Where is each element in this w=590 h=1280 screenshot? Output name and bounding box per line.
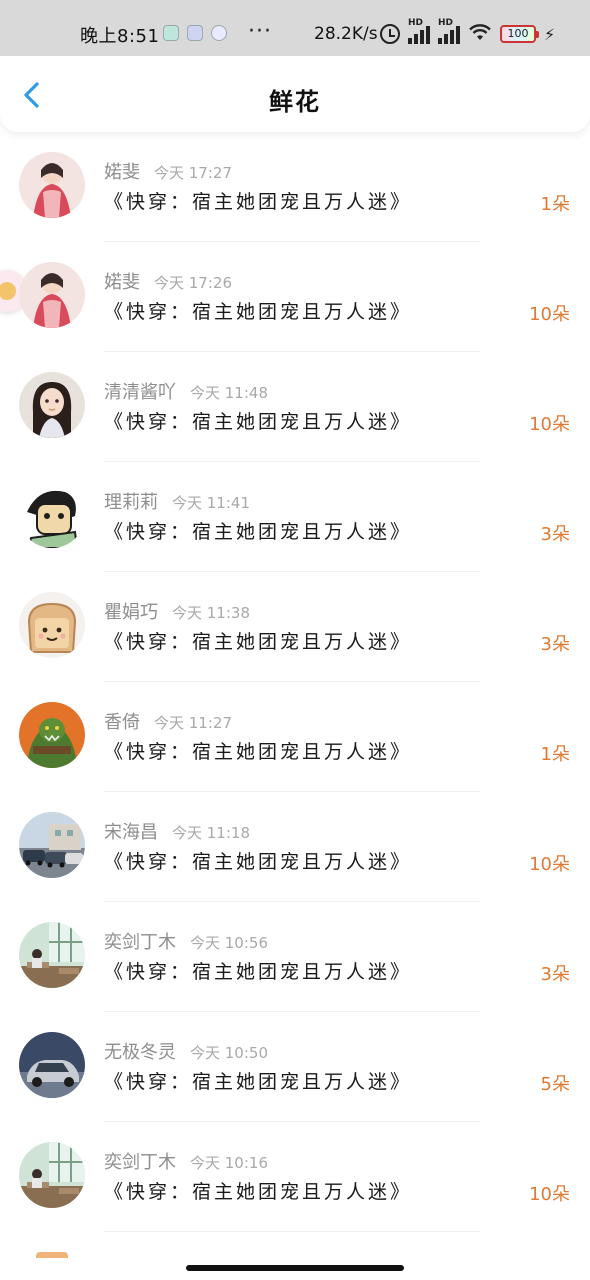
sender-name: 婼斐 <box>104 272 140 293</box>
status-bar: 晚上8:51 ··· 28.2K/s HD HD 100 ⚡ <box>0 0 590 56</box>
book-title: 《快穿：宿主她团宠且万人迷》 <box>104 1181 413 1203</box>
sender-name: 理莉莉 <box>104 492 158 513</box>
avatar[interactable] <box>19 372 85 438</box>
book-title: 《快穿：宿主她团宠且万人迷》 <box>104 301 413 323</box>
avatar[interactable] <box>19 1142 85 1208</box>
book-title: 《快穿：宿主她团宠且万人迷》 <box>104 521 413 543</box>
list-item[interactable]: 婼斐 今天 17:27 《快穿：宿主她团宠且万人迷》 1朵 <box>0 132 590 242</box>
sender-name: 宋海昌 <box>104 822 158 843</box>
app-icon-2 <box>187 25 203 41</box>
app-icon-1 <box>163 25 179 41</box>
book-title: 《快穿：宿主她团宠且万人迷》 <box>104 631 413 653</box>
sender-name: 瞿娟巧 <box>104 602 158 623</box>
timestamp: 今天 11:41 <box>172 494 250 512</box>
timestamp: 今天 10:50 <box>190 1044 268 1062</box>
status-time: 晚上8:51 <box>80 26 160 47</box>
page-title: 鲜花 <box>269 88 321 116</box>
avatar[interactable] <box>19 922 85 988</box>
divider <box>104 1231 480 1232</box>
timestamp: 今天 11:18 <box>172 824 250 842</box>
avatar[interactable] <box>19 482 85 548</box>
app-icon-3 <box>211 25 227 41</box>
book-title: 《快穿：宿主她团宠且万人迷》 <box>104 1071 413 1093</box>
book-title: 《快穿：宿主她团宠且万人迷》 <box>104 191 413 213</box>
sender-name: 香倚 <box>104 712 140 733</box>
battery-icon: 100 <box>500 25 539 43</box>
home-indicator[interactable] <box>186 1265 404 1271</box>
list-item[interactable]: 宋海昌 今天 11:18 《快穿：宿主她团宠且万人迷》 10朵 <box>0 792 590 902</box>
flower-count: 10朵 <box>529 304 570 325</box>
charging-icon: ⚡ <box>544 24 556 44</box>
timestamp: 今天 11:27 <box>154 714 232 732</box>
book-title: 《快穿：宿主她团宠且万人迷》 <box>104 851 413 873</box>
hd-signal-icon: HD <box>438 18 460 44</box>
alarm-icon <box>380 24 400 44</box>
flower-count: 10朵 <box>529 1184 570 1205</box>
flower-count: 10朵 <box>529 414 570 435</box>
sender-name: 奕剑丁木 <box>104 932 176 953</box>
list-item[interactable]: 无极冬灵 今天 10:50 《快穿：宿主她团宠且万人迷》 5朵 <box>0 1012 590 1122</box>
avatar[interactable] <box>19 812 85 878</box>
flower-count: 3朵 <box>540 524 570 545</box>
flower-count: 5朵 <box>540 1074 570 1095</box>
flower-gift-list: 婼斐 今天 17:27 《快穿：宿主她团宠且万人迷》 1朵 婼斐 今天 17:2… <box>0 132 590 1232</box>
list-item[interactable]: 理莉莉 今天 11:41 《快穿：宿主她团宠且万人迷》 3朵 <box>0 462 590 572</box>
sender-name: 奕剑丁木 <box>104 1152 176 1173</box>
timestamp: 今天 11:48 <box>190 384 268 402</box>
timestamp: 今天 11:38 <box>172 604 250 622</box>
list-item[interactable]: 清清酱吖 今天 11:48 《快穿：宿主她团宠且万人迷》 10朵 <box>0 352 590 462</box>
flower-count: 1朵 <box>540 194 570 215</box>
avatar[interactable] <box>19 152 85 218</box>
wifi-icon <box>468 22 492 46</box>
timestamp: 今天 17:27 <box>154 164 232 182</box>
list-item[interactable]: 瞿娟巧 今天 11:38 《快穿：宿主她团宠且万人迷》 3朵 <box>0 572 590 682</box>
sender-name: 无极冬灵 <box>104 1042 176 1063</box>
network-speed: 28.2K/s <box>314 24 378 44</box>
app-header: 鲜花 <box>0 56 590 132</box>
sender-name: 清清酱吖 <box>104 382 176 403</box>
book-title: 《快穿：宿主她团宠且万人迷》 <box>104 411 413 433</box>
timestamp: 今天 10:16 <box>190 1154 268 1172</box>
hd-signal-icon: HD <box>408 18 430 44</box>
list-item[interactable]: 婼斐 今天 17:26 《快穿：宿主她团宠且万人迷》 10朵 <box>0 242 590 352</box>
avatar[interactable] <box>19 1032 85 1098</box>
list-item[interactable]: 香倚 今天 11:27 《快穿：宿主她团宠且万人迷》 1朵 <box>0 682 590 792</box>
list-item[interactable]: 奕剑丁木 今天 10:56 《快穿：宿主她团宠且万人迷》 3朵 <box>0 902 590 1012</box>
avatar[interactable] <box>19 592 85 658</box>
flower-count: 3朵 <box>540 964 570 985</box>
more-notifications-icon: ··· <box>248 19 272 44</box>
status-app-icons <box>163 25 227 41</box>
timestamp: 今天 10:56 <box>190 934 268 952</box>
avatar <box>36 1252 68 1258</box>
avatar[interactable] <box>19 262 85 328</box>
avatar[interactable] <box>19 702 85 768</box>
flower-count: 10朵 <box>529 854 570 875</box>
book-title: 《快穿：宿主她团宠且万人迷》 <box>104 961 413 983</box>
book-title: 《快穿：宿主她团宠且万人迷》 <box>104 741 413 763</box>
status-right-icons: HD HD 100 ⚡ <box>380 18 556 46</box>
flower-count: 3朵 <box>540 634 570 655</box>
timestamp: 今天 17:26 <box>154 274 232 292</box>
sender-name: 婼斐 <box>104 162 140 183</box>
list-item[interactable]: 奕剑丁木 今天 10:16 《快穿：宿主她团宠且万人迷》 10朵 <box>0 1122 590 1232</box>
flower-count: 1朵 <box>540 744 570 765</box>
